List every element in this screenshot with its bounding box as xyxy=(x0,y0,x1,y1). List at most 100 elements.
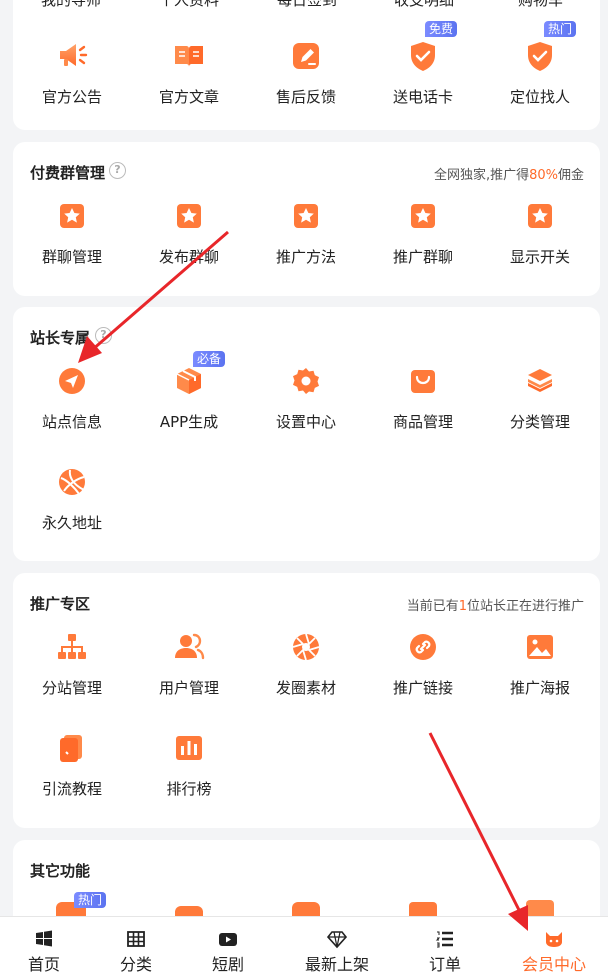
section-title: 站长专属 xyxy=(30,329,91,347)
item-label: 群聊管理 xyxy=(41,248,102,266)
tab-label: 首页 xyxy=(27,955,60,974)
play-icon xyxy=(219,933,237,946)
bottom-tab-bar: 首页 分类 短剧 最新上架 订单 会员中心 xyxy=(0,916,608,980)
promotion-card: 推广专区 当前已有1位站长正在进行推广 分站管理 用户管理 发圈素材 推广链接 … xyxy=(13,573,600,828)
item-ranking[interactable]: 排行榜 xyxy=(130,726,248,799)
item-traffic-tutorial[interactable]: 引流教程 xyxy=(13,726,131,799)
list-icon xyxy=(435,931,453,948)
item-label: 推广海报 xyxy=(509,679,570,697)
tab-category[interactable]: 分类 xyxy=(106,917,166,980)
item-permanent-address[interactable]: 永久地址 xyxy=(13,460,131,533)
item-product-manage[interactable]: 商品管理 xyxy=(364,359,482,432)
tab-label: 分类 xyxy=(119,955,152,974)
item-label: 推广链接 xyxy=(392,679,453,697)
item-label: 分站管理 xyxy=(41,679,102,697)
item-official-notice[interactable]: 官方公告 xyxy=(13,34,131,107)
free-badge: 免费 xyxy=(425,21,458,37)
megaphone-icon xyxy=(60,44,88,66)
item-label: 售后反馈 xyxy=(275,88,336,106)
shield-check-icon xyxy=(411,42,435,71)
hot-badge: 热门 xyxy=(544,21,577,37)
item-label: 送电话卡 xyxy=(392,88,453,106)
book-icon xyxy=(175,46,203,67)
star-box-icon xyxy=(411,204,435,228)
note-text: 佣金 xyxy=(557,168,584,183)
station-owner-card: 站长专属 ? 站点信息 必备 APP生成 设置中心 商品管理 分类管理 永久地址 xyxy=(13,307,600,561)
cut-label-checkin[interactable]: 每日签到 xyxy=(277,0,337,10)
item-promote-method[interactable]: 推广方法 xyxy=(247,194,365,267)
tab-short-drama[interactable]: 短剧 xyxy=(198,917,258,980)
edit-icon xyxy=(293,43,319,69)
item-publish-group[interactable]: 发布群聊 xyxy=(130,194,248,267)
sitemap-icon xyxy=(58,634,86,659)
item-after-sales[interactable]: 售后反馈 xyxy=(247,34,365,107)
cut-label-profile[interactable]: 个人资料 xyxy=(159,0,219,10)
item-label: 永久地址 xyxy=(41,514,102,532)
cut-label-income[interactable]: 收支明细 xyxy=(394,0,454,10)
item-label: 用户管理 xyxy=(158,679,219,697)
item-label: 显示开关 xyxy=(509,248,570,266)
item-settings-center[interactable]: 设置中心 xyxy=(247,359,365,432)
tab-orders[interactable]: 订单 xyxy=(415,917,475,980)
item-label: 排行榜 xyxy=(166,780,212,798)
question-icon[interactable]: ? xyxy=(95,327,112,344)
tab-label: 会员中心 xyxy=(521,955,586,974)
top-features-card: 我的导师 个人资料 每日签到 收支明细 购物车 官方公告 官方文章 售后反馈 免… xyxy=(13,0,600,130)
diamond-icon xyxy=(327,931,347,949)
item-promote-group[interactable]: 推广群聊 xyxy=(364,194,482,267)
document-icon xyxy=(60,735,82,762)
item-label: APP生成 xyxy=(159,413,219,431)
item-label: 设置中心 xyxy=(275,413,336,431)
users-icon xyxy=(175,633,205,660)
globe-icon xyxy=(59,469,85,495)
star-box-icon xyxy=(177,204,201,228)
note-text: 全网独家,推广得 xyxy=(433,168,530,183)
item-official-articles[interactable]: 官方文章 xyxy=(130,34,248,107)
cat-icon xyxy=(546,932,562,947)
question-icon[interactable]: ? xyxy=(109,162,126,179)
item-group-manage[interactable]: 群聊管理 xyxy=(13,194,131,267)
grid-icon xyxy=(127,931,145,947)
item-label: 商品管理 xyxy=(392,413,453,431)
paid-group-card: 付费群管理 ? 全网独家,推广得80%佣金 群聊管理 发布群聊 推广方法 推广群… xyxy=(13,142,600,296)
section-title: 其它功能 xyxy=(30,862,91,880)
item-label: 推广群聊 xyxy=(392,248,453,266)
cut-label-cart[interactable]: 购物车 xyxy=(518,0,563,10)
aperture-icon xyxy=(292,633,320,661)
item-locate-person[interactable]: 热门 定位找人 xyxy=(481,21,599,107)
image-icon xyxy=(527,635,553,659)
star-box-icon xyxy=(294,204,318,228)
item-promote-poster[interactable]: 推广海报 xyxy=(481,625,599,698)
item-promote-link[interactable]: 推广链接 xyxy=(364,625,482,698)
star-box-icon xyxy=(528,204,552,228)
item-display-switch[interactable]: 显示开关 xyxy=(481,194,599,267)
shield-check-icon xyxy=(528,42,552,71)
item-app-generate[interactable]: 必备 APP生成 xyxy=(130,351,248,432)
section-note: 全网独家,推广得80%佣金 xyxy=(434,164,584,183)
star-box-icon xyxy=(60,204,84,228)
tab-new-arrivals[interactable]: 最新上架 xyxy=(296,917,378,980)
tab-label: 短剧 xyxy=(211,955,244,974)
layers-icon xyxy=(528,369,552,392)
shopping-bag-icon xyxy=(411,370,435,393)
hot-badge: 热门 xyxy=(74,892,107,908)
item-user-manage[interactable]: 用户管理 xyxy=(130,625,248,698)
note-text: 当前已有 xyxy=(406,599,459,614)
required-badge: 必备 xyxy=(193,351,226,367)
windows-icon xyxy=(36,930,52,947)
item-moments-material[interactable]: 发圈素材 xyxy=(247,625,365,698)
item-label: 推广方法 xyxy=(275,248,336,266)
item-label: 分类管理 xyxy=(509,413,570,431)
section-title: 推广专区 xyxy=(30,595,91,613)
note-highlight: 1 xyxy=(458,599,467,614)
item-label: 发布群聊 xyxy=(158,248,219,266)
tab-member-center[interactable]: 会员中心 xyxy=(514,917,594,980)
item-site-info[interactable]: 站点信息 xyxy=(13,359,131,432)
item-substation-manage[interactable]: 分站管理 xyxy=(13,625,131,698)
cut-label-mentor[interactable]: 我的导师 xyxy=(41,0,101,10)
tab-label: 订单 xyxy=(428,955,461,974)
item-phone-card[interactable]: 免费 送电话卡 xyxy=(364,21,482,107)
tab-home[interactable]: 首页 xyxy=(14,917,74,980)
bar-chart-icon xyxy=(176,736,202,760)
item-category-manage[interactable]: 分类管理 xyxy=(481,359,599,432)
